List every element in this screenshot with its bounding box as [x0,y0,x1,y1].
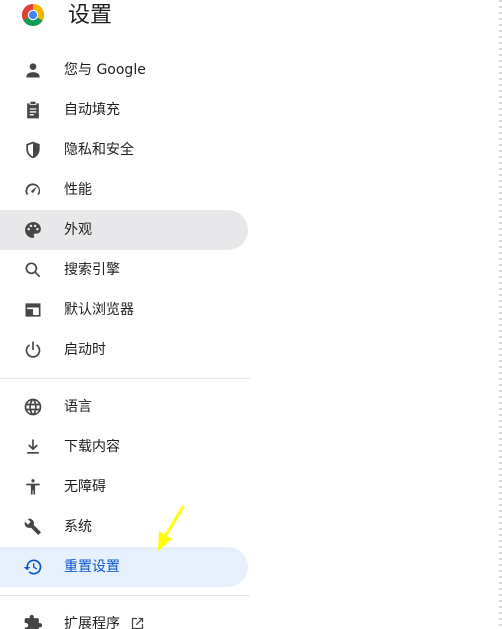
settings-sidebar: 您与 Google 自动填充 隐私和安全 性能 外观 搜索引擎 默认浏览器 启动… [0,50,250,629]
sidebar-item-label: 扩展程序 [64,614,145,629]
sidebar-item-you-and-google[interactable]: 您与 Google [0,50,248,90]
sidebar-item-label: 语言 [64,399,92,415]
sidebar-item-label: 外观 [64,222,92,238]
download-icon [22,436,44,458]
sidebar-item-default-browser[interactable]: 默认浏览器 [0,290,248,330]
sidebar-item-accessibility[interactable]: 无障碍 [0,467,248,507]
sidebar-item-search-engine[interactable]: 搜索引擎 [0,250,248,290]
sidebar-item-system[interactable]: 系统 [0,507,248,547]
palette-icon [22,219,44,241]
extensions-label-text: 扩展程序 [64,616,120,629]
external-link-icon [132,617,144,629]
settings-header: 设置 [0,0,502,36]
sidebar-divider [0,378,250,379]
sidebar-item-languages[interactable]: 语言 [0,387,248,427]
sidebar-item-extensions[interactable]: 扩展程序 [0,604,248,629]
sidebar-item-label: 重置设置 [64,559,120,575]
chrome-logo-icon [21,3,45,27]
wrench-icon [22,516,44,538]
person-icon [22,59,44,81]
sidebar-item-label: 无障碍 [64,479,106,495]
page-title: 设置 [68,3,113,28]
sidebar-item-autofill[interactable]: 自动填充 [0,90,248,130]
power-icon [22,339,44,361]
search-icon [22,259,44,281]
shield-icon [22,139,44,161]
sidebar-item-performance[interactable]: 性能 [0,170,248,210]
speedometer-icon [22,179,44,201]
sidebar-item-label: 默认浏览器 [64,302,134,318]
browser-window-icon [22,299,44,321]
sidebar-item-reset-settings[interactable]: 重置设置 [0,547,248,587]
sidebar-item-label: 搜索引擎 [64,262,120,278]
sidebar-item-privacy-security[interactable]: 隐私和安全 [0,130,248,170]
sidebar-item-appearance[interactable]: 外观 [0,210,248,250]
sidebar-item-label: 下载内容 [64,439,120,455]
sidebar-item-label: 启动时 [64,342,106,358]
sidebar-item-label: 隐私和安全 [64,142,134,158]
sidebar-item-label: 系统 [64,519,92,535]
sidebar-item-label: 自动填充 [64,102,120,118]
sidebar-item-label: 您与 Google [64,62,146,78]
sidebar-item-downloads[interactable]: 下载内容 [0,427,248,467]
sidebar-divider [0,595,250,596]
sidebar-item-on-startup[interactable]: 启动时 [0,330,248,370]
clipboard-icon [22,99,44,121]
annotation-arrow-icon [158,505,185,551]
history-reset-icon [22,556,44,578]
accessibility-icon [22,476,44,498]
puzzle-icon [22,613,44,629]
sidebar-item-label: 性能 [64,182,92,198]
globe-icon [22,396,44,418]
settings-page: 设置 您与 Google 自动填充 隐私和安全 性能 外观 搜索引擎 默认浏览器… [0,0,502,629]
